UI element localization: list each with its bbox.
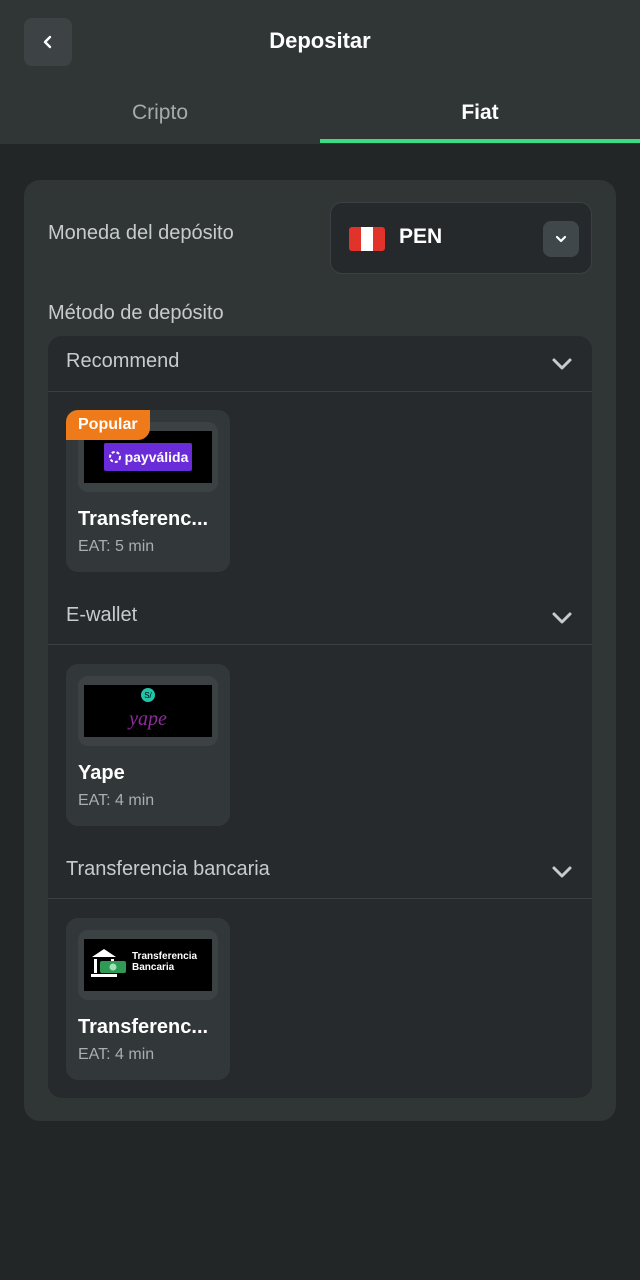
yape-logo: S/ yape <box>84 685 212 737</box>
payvalida-logo-text: payválida <box>124 449 189 465</box>
active-tab-indicator <box>320 139 640 143</box>
method-card-yape[interactable]: S/ yape Yape EAT: 4 min <box>66 664 230 826</box>
svg-text:yape: yape <box>127 708 167 730</box>
method-card-bank-transfer[interactable]: Transferencia Bancaria Transferenc... EA… <box>66 918 230 1080</box>
method-label: Método de depósito <box>48 302 224 324</box>
method-name: Yape <box>78 762 125 784</box>
popular-badge: Popular <box>66 410 150 440</box>
chevron-down-icon <box>552 358 572 370</box>
group-header-bank-transfer[interactable]: Transferencia bancaria <box>48 844 592 900</box>
method-name: Transferenc... <box>78 1016 209 1038</box>
group-title: Transferencia bancaria <box>66 858 270 880</box>
yape-logo-art: S/ yape <box>127 688 167 730</box>
header: Depositar Cripto Fiat <box>0 0 640 144</box>
tab-fiat[interactable]: Fiat <box>320 96 640 144</box>
currency-dropdown-button[interactable] <box>543 221 579 257</box>
group-title: Recommend <box>66 350 180 372</box>
method-eat: EAT: 5 min <box>78 538 155 555</box>
deposit-methods-list: Recommend payválida Transferenc... EAT: … <box>48 336 592 1098</box>
peru-flag-icon <box>349 227 385 251</box>
method-card-payvalida[interactable]: payválida Transferenc... EAT: 5 min Popu… <box>66 410 230 572</box>
currency-label: Moneda del depósito <box>48 222 234 244</box>
group-header-e-wallet[interactable]: E-wallet <box>48 590 592 646</box>
divider <box>48 644 592 645</box>
currency-code: PEN <box>399 225 443 248</box>
method-eat: EAT: 4 min <box>78 792 155 809</box>
divider <box>48 391 592 392</box>
bank-icon <box>91 949 126 977</box>
group-title: E-wallet <box>66 604 138 626</box>
chevron-down-icon <box>552 612 572 624</box>
bank-logo-text-1: Transferencia <box>132 951 198 962</box>
bank-transfer-logo: Transferencia Bancaria <box>84 939 212 991</box>
bank-logo-text-2: Bancaria <box>132 962 175 973</box>
chevron-down-icon <box>555 235 567 243</box>
page-title: Depositar <box>269 28 371 53</box>
group-header-recommend[interactable]: Recommend <box>48 336 592 392</box>
tab-cripto[interactable]: Cripto <box>0 96 320 144</box>
chevron-down-icon <box>552 866 572 878</box>
logo-frame: Transferencia Bancaria <box>78 930 218 1000</box>
method-name: Transferenc... <box>78 508 209 530</box>
payvalida-mark-icon <box>108 451 121 463</box>
currency-select[interactable]: PEN <box>330 202 592 274</box>
divider <box>48 898 592 899</box>
deposit-card: Moneda del depósito PEN Método de depósi… <box>24 180 616 1121</box>
logo-frame: S/ yape <box>78 676 218 746</box>
svg-text:S/: S/ <box>144 691 152 700</box>
method-eat: EAT: 4 min <box>78 1046 155 1063</box>
